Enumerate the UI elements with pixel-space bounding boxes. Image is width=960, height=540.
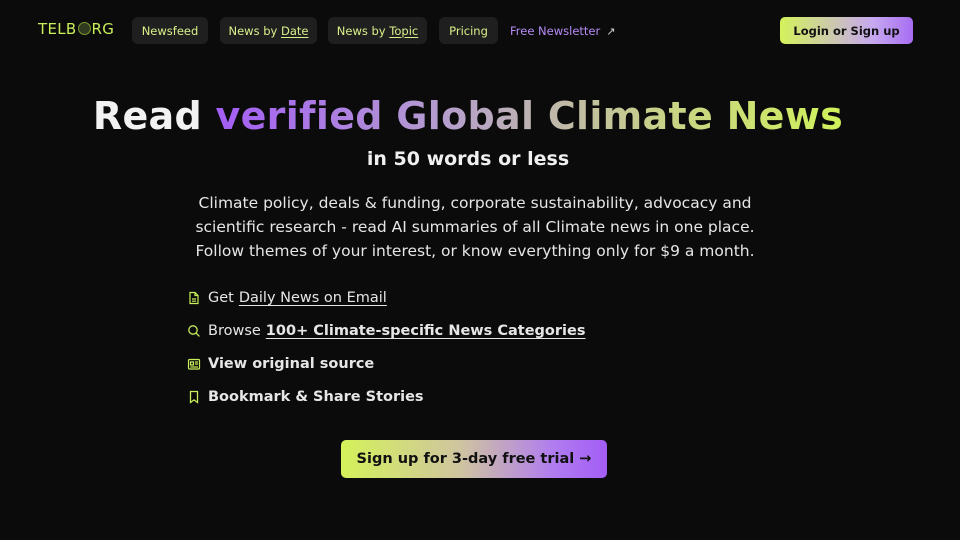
page-title: Read verified Global Climate News	[0, 94, 948, 138]
headline-read: Read	[92, 94, 202, 138]
free-newsletter-label: Free Newsletter	[510, 24, 601, 38]
feature-categories: Browse 100+ Climate-specific News Catego…	[187, 320, 585, 342]
feature-categories-prefix: Browse	[208, 323, 261, 339]
nav-news-by-date-prefix: News by	[228, 23, 281, 38]
logo-text-left: TELB	[38, 20, 77, 38]
feature-daily-email: Get Daily News on Email	[187, 287, 387, 309]
nav-news-by-date-link: Date	[281, 23, 309, 38]
globe-icon	[77, 22, 91, 35]
daily-news-email-link[interactable]: Daily News on Email	[239, 290, 387, 306]
hero-description: Climate policy, deals & funding, corpora…	[195, 194, 755, 260]
feature-original-source: View original source	[187, 353, 374, 375]
search-icon	[188, 325, 200, 337]
feature-bookmark-share: Bookmark & Share Stories	[187, 386, 424, 408]
bookmark-icon	[189, 390, 199, 404]
navbar: TELB RG Newsfeed News by Date News by Top…	[0, 0, 960, 62]
news-categories-link[interactable]: 100+ Climate-specific News Categories	[266, 323, 586, 339]
subheadline: in 50 words or less	[366, 148, 570, 170]
free-trial-button[interactable]: Sign up for 3-day free trial →	[341, 440, 607, 478]
nav-newsfeed[interactable]: Newsfeed	[132, 17, 208, 44]
logo-text-right: RG	[91, 20, 115, 38]
newspaper-icon	[187, 358, 201, 370]
headline-highlight: verified Global Climate News	[215, 94, 844, 138]
nav-news-by-date[interactable]: News by Date	[220, 17, 317, 44]
login-signup-button[interactable]: Login or Sign up	[780, 17, 913, 44]
nav-pricing[interactable]: Pricing	[439, 17, 498, 44]
feature-daily-email-prefix: Get	[208, 290, 234, 306]
nav-news-by-topic[interactable]: News by Topic	[328, 17, 427, 44]
logo[interactable]: TELB RG	[38, 20, 114, 38]
free-trial-label: Sign up for 3-day free trial →	[356, 451, 592, 467]
nav-newsfeed-label: Newsfeed	[141, 23, 199, 38]
nav-news-by-topic-link: Topic	[389, 23, 419, 38]
feature-bookmark-share-label: Bookmark & Share Stories	[208, 389, 424, 405]
nav-pricing-label: Pricing	[449, 23, 488, 38]
feature-original-source-label: View original source	[208, 356, 375, 372]
login-signup-label: Login or Sign up	[793, 23, 900, 38]
external-link-icon: ↗	[606, 25, 616, 38]
document-icon	[189, 291, 199, 305]
free-newsletter-link[interactable]: Free Newsletter ↗	[510, 24, 615, 38]
nav-news-by-topic-prefix: News by	[336, 23, 390, 38]
